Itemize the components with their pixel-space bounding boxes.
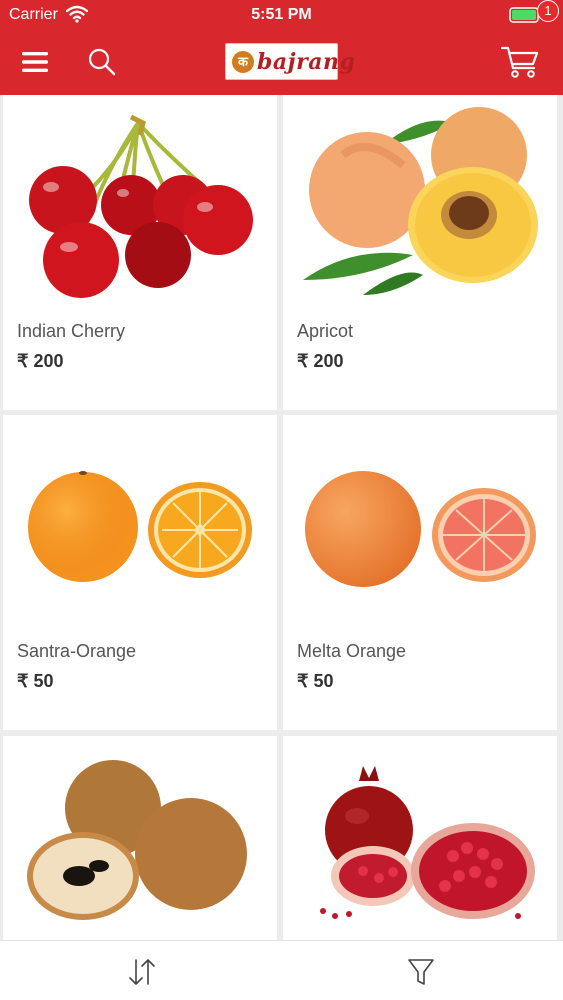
- filter-icon[interactable]: [403, 954, 439, 990]
- cherry-image: [29, 114, 253, 298]
- search-icon[interactable]: [86, 46, 118, 78]
- cart-icon[interactable]: [500, 44, 540, 80]
- orange-image: [28, 471, 252, 582]
- menu-icon[interactable]: [20, 48, 50, 76]
- status-time: 5:51 PM: [251, 6, 312, 23]
- product-name: Apricot: [297, 321, 354, 341]
- product-price: ₹ 50: [17, 671, 54, 691]
- app-header: Carrier 5:51 PM bajrang: [0, 0, 563, 95]
- product-card[interactable]: Santra-Orange ₹ 50: [3, 415, 277, 730]
- grapefruit-image: [305, 471, 536, 587]
- nav-bar: bajrang: [0, 30, 563, 95]
- product-card[interactable]: Indian Cherry ₹ 200: [3, 95, 277, 410]
- logo-mark-icon: [232, 51, 254, 73]
- status-bar: Carrier 5:51 PM: [0, 0, 563, 30]
- cart-count-badge: 1: [537, 0, 559, 22]
- apricot-image: [303, 107, 538, 295]
- product-card[interactable]: Apricot ₹ 200: [283, 95, 557, 410]
- sapodilla-image: [27, 760, 247, 920]
- sort-icon[interactable]: [124, 954, 160, 990]
- product-price: ₹ 50: [297, 671, 334, 691]
- product-card[interactable]: Melta Orange ₹ 50: [283, 415, 557, 730]
- product-name: Santra-Orange: [17, 641, 137, 661]
- product-price: ₹ 200: [17, 351, 64, 371]
- product-name: Indian Cherry: [17, 321, 126, 341]
- brand-logo[interactable]: bajrang: [225, 43, 355, 80]
- product-name: Melta Orange: [297, 641, 407, 661]
- bottom-toolbar: [0, 940, 563, 1000]
- product-price: ₹ 200: [297, 351, 344, 371]
- logo-text: bajrang: [257, 49, 356, 75]
- pomegranate-image: [320, 766, 535, 919]
